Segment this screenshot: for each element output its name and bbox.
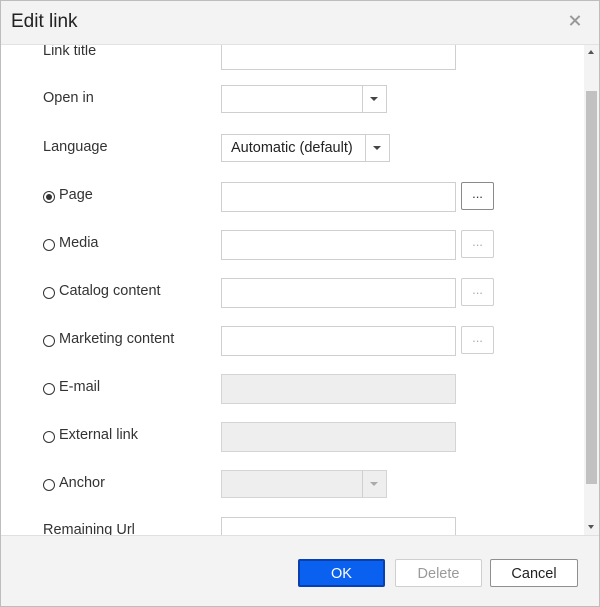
- catalog-content-browse-button[interactable]: ...: [461, 278, 494, 306]
- dialog-titlebar: Edit link: [1, 1, 599, 45]
- remaining-url-input[interactable]: [221, 517, 456, 535]
- page-radio[interactable]: [43, 191, 55, 203]
- edit-link-dialog: Edit link Link title Open in Language Au…: [0, 0, 600, 607]
- marketing-content-browse-button[interactable]: ...: [461, 326, 494, 354]
- scrollbar-thumb[interactable]: [586, 91, 597, 484]
- scroll-up-icon[interactable]: [587, 48, 596, 57]
- external-link-row: External link: [1, 422, 584, 452]
- external-link-label: External link: [59, 427, 138, 443]
- link-title-label: Link title: [43, 45, 97, 59]
- chevron-down-icon[interactable]: [365, 135, 389, 161]
- media-radio[interactable]: [43, 239, 55, 251]
- external-link-input[interactable]: [221, 422, 456, 452]
- vertical-scrollbar[interactable]: [584, 45, 599, 535]
- delete-button[interactable]: Delete: [395, 559, 482, 587]
- dialog-title: Edit link: [11, 11, 78, 32]
- marketing-content-input[interactable]: [221, 326, 456, 356]
- link-title-input[interactable]: [221, 45, 456, 70]
- external-link-radio[interactable]: [43, 431, 55, 443]
- marketing-content-label: Marketing content: [59, 331, 175, 347]
- email-radio[interactable]: [43, 383, 55, 395]
- link-title-row: Link title: [1, 45, 584, 70]
- media-input[interactable]: [221, 230, 456, 260]
- media-browse-button[interactable]: ...: [461, 230, 494, 258]
- anchor-label: Anchor: [59, 475, 105, 491]
- email-row: E-mail: [1, 374, 584, 404]
- open-in-select[interactable]: [221, 85, 387, 113]
- media-label: Media: [59, 235, 99, 251]
- chevron-down-icon[interactable]: [362, 86, 386, 112]
- page-browse-button[interactable]: ...: [461, 182, 494, 210]
- marketing-content-radio[interactable]: [43, 335, 55, 347]
- page-label: Page: [59, 187, 93, 203]
- language-label: Language: [43, 139, 108, 155]
- language-row: Language Automatic (default): [1, 134, 584, 164]
- remaining-url-row: Remaining Url: [1, 517, 584, 535]
- cancel-button[interactable]: Cancel: [490, 559, 578, 587]
- page-row: Page ...: [1, 182, 584, 212]
- page-input[interactable]: [221, 182, 456, 212]
- catalog-content-row: Catalog content ...: [1, 278, 584, 308]
- ok-button[interactable]: OK: [298, 559, 385, 587]
- media-row: Media ...: [1, 230, 584, 260]
- catalog-content-input[interactable]: [221, 278, 456, 308]
- anchor-row: Anchor: [1, 470, 584, 500]
- email-input[interactable]: [221, 374, 456, 404]
- catalog-content-label: Catalog content: [59, 283, 161, 299]
- open-in-row: Open in: [1, 85, 584, 115]
- language-value: Automatic (default): [231, 140, 353, 156]
- anchor-radio[interactable]: [43, 479, 55, 491]
- chevron-down-icon[interactable]: [362, 471, 386, 497]
- catalog-content-radio[interactable]: [43, 287, 55, 299]
- remaining-url-label: Remaining Url: [43, 522, 135, 535]
- marketing-content-row: Marketing content ...: [1, 326, 584, 356]
- email-label: E-mail: [59, 379, 101, 395]
- close-icon[interactable]: [566, 12, 584, 30]
- dialog-footer: OK Delete Cancel: [1, 535, 599, 606]
- dialog-content: Link title Open in Language Automatic (d…: [1, 45, 584, 535]
- scroll-down-icon[interactable]: [587, 523, 596, 532]
- language-select[interactable]: Automatic (default): [221, 134, 390, 162]
- open-in-label: Open in: [43, 90, 94, 106]
- anchor-select[interactable]: [221, 470, 387, 498]
